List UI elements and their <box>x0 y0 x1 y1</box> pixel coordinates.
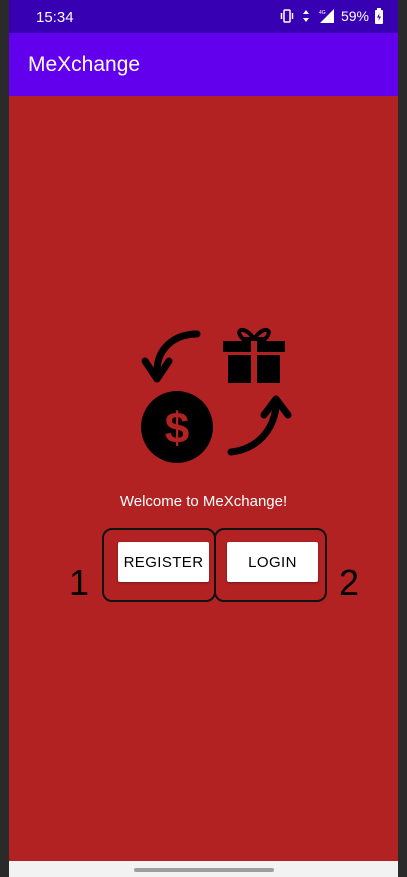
battery-icon <box>375 8 383 24</box>
welcome-message: Welcome to MeXchange! <box>119 493 288 510</box>
home-gesture-handle[interactable] <box>134 868 274 872</box>
svg-text:$: $ <box>165 404 189 453</box>
status-bar: 15:34 4G 59% <box>9 0 398 33</box>
status-time: 15:34 <box>36 9 74 26</box>
register-button[interactable]: REGISTER <box>118 542 209 582</box>
battery-percent: 59% <box>340 8 369 24</box>
data-arrows-icon <box>302 10 309 22</box>
app-title: MeXchange <box>28 53 141 76</box>
status-indicators: 4G 59% <box>280 8 384 24</box>
navigation-bar <box>9 861 398 877</box>
main-content: $ Welcome to MeXchange! REGISTER LOGIN 1… <box>9 96 398 861</box>
annotation-number-1: 1 <box>69 562 90 603</box>
annotation-number-2: 2 <box>339 562 360 603</box>
signal-4g-icon: 4G <box>319 9 334 23</box>
login-button[interactable]: LOGIN <box>227 542 318 582</box>
vibrate-icon <box>280 9 294 23</box>
money-gift-exchange-icon: $ <box>141 328 292 463</box>
svg-text:4G: 4G <box>319 10 326 16</box>
app-bar: MeXchange <box>9 33 398 96</box>
